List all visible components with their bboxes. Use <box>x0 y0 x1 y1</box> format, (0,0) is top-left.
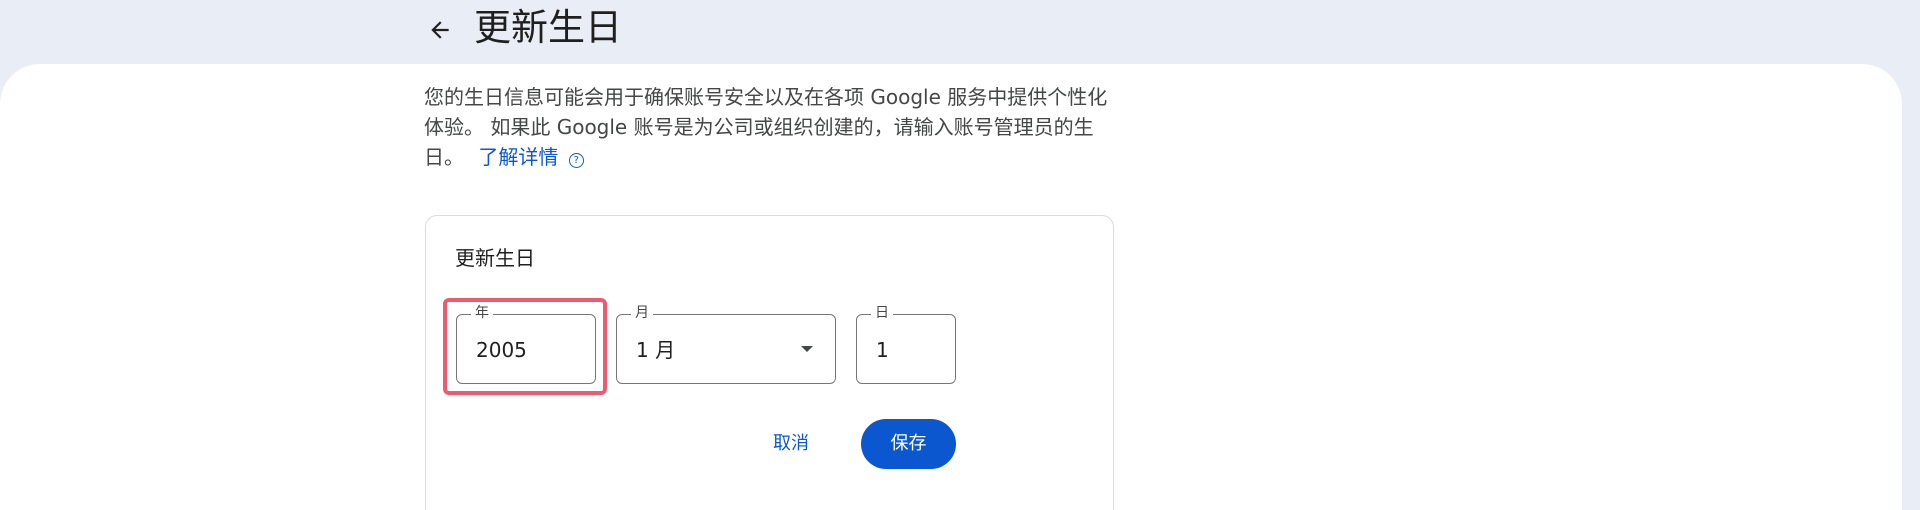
year-input[interactable] <box>476 337 576 363</box>
help-circle-icon: ? <box>568 153 584 168</box>
page-title: 更新生日 <box>474 6 622 49</box>
year-field[interactable]: 年 <box>456 305 596 384</box>
month-value: 1 月 <box>636 338 676 362</box>
scrollbar-track[interactable] <box>1904 0 1920 510</box>
day-label: 日 <box>871 305 893 321</box>
dropdown-caret-icon <box>801 346 813 352</box>
save-button[interactable]: 保存 <box>861 419 956 469</box>
cancel-button[interactable]: 取消 <box>754 419 828 469</box>
month-select[interactable]: 月 1 月 <box>616 305 836 384</box>
back-button[interactable] <box>418 8 462 52</box>
day-field[interactable]: 日 <box>856 305 956 384</box>
update-birthday-page: 更新生日 您的生日信息可能会用于确保账号安全以及在各项 Google 服务中提供… <box>0 0 1920 510</box>
arrow-left-icon <box>431 21 449 39</box>
year-label: 年 <box>471 305 493 321</box>
card-title: 更新生日 <box>455 246 535 270</box>
month-label: 月 <box>631 305 653 321</box>
learn-more-link[interactable]: 了解详情 ? <box>478 145 584 169</box>
birthday-description: 您的生日信息可能会用于确保账号安全以及在各项 Google 服务中提供个性化体验… <box>424 82 1114 172</box>
learn-more-label: 了解详情 <box>478 145 559 169</box>
day-input[interactable] <box>876 337 936 363</box>
header-bar: 更新生日 <box>0 0 1920 64</box>
